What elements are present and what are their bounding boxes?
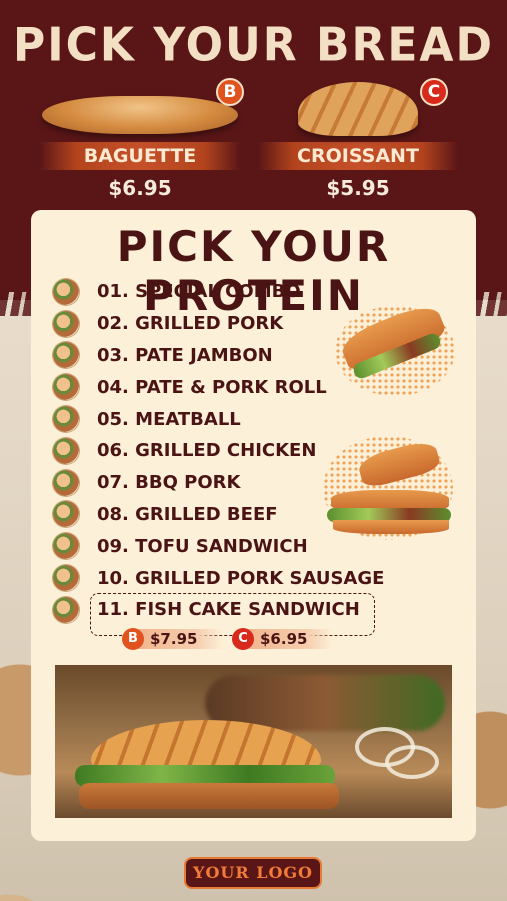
menu-item-label: 05. MEATBALL — [97, 408, 241, 430]
croissant-mini-badge: C — [232, 628, 254, 650]
menu-item-label: 09. TOFU SANDWICH — [97, 535, 308, 557]
brand-logo[interactable]: YOUR LOGO — [184, 857, 322, 889]
baguette-name: BAGUETTE — [40, 142, 240, 170]
baguette-mini-badge: B — [122, 628, 144, 650]
food-thumbnail-icon — [53, 374, 79, 401]
special-price-baguette-value: $7.95 — [138, 629, 224, 649]
croissant-price: $5.95 — [326, 176, 390, 200]
menu-item-label: 06. GRILLED CHICKEN — [97, 440, 317, 462]
sandwich-image-middle — [323, 436, 453, 540]
special-price-croissant: C $6.95 — [232, 627, 334, 651]
bread-section-title: PICK YOUR BREAD — [13, 18, 494, 73]
menu-item-special-combo[interactable]: 01. SPECIAL COMBO — [53, 276, 413, 308]
food-thumbnail-icon — [53, 501, 79, 528]
menu-item-label: 07. BBQ PORK — [97, 472, 241, 494]
croissant-letter-badge: C — [420, 78, 448, 106]
food-thumbnail-icon — [53, 278, 79, 305]
food-thumbnail-icon — [53, 437, 79, 464]
croissant-sandwich-photo — [55, 665, 452, 818]
special-price-baguette: B $7.95 — [122, 627, 224, 651]
baguette-image: B — [40, 78, 244, 138]
menu-item-label: 02. GRILLED PORK — [97, 313, 284, 335]
baguette-letter-badge: B — [216, 78, 244, 106]
croissant-name: CROISSANT — [258, 142, 458, 170]
croissant-image: C — [258, 78, 458, 138]
croissant-illustration — [298, 82, 418, 136]
photo-onion-ring — [385, 745, 439, 779]
menu-item-meatball[interactable]: 05. MEATBALL — [53, 403, 413, 435]
menu-item-label: 03. PATE JAMBON — [97, 344, 273, 366]
baguette-illustration — [42, 96, 238, 134]
protein-panel: PICK YOUR PROTEIN 01. SPECIAL COMBO 02. … — [31, 210, 476, 841]
sandwich-image-top — [335, 299, 455, 396]
menu-item-label: 01. SPECIAL COMBO — [97, 281, 301, 303]
baguette-price: $6.95 — [108, 176, 172, 200]
menu-item-label: 04. PATE & PORK ROLL — [97, 376, 327, 398]
menu-item-label: 08. GRILLED BEEF — [97, 503, 278, 525]
food-thumbnail-icon — [53, 596, 79, 623]
sandwich-bottom-bread-shape — [333, 520, 449, 534]
special-price-croissant-value: $6.95 — [248, 629, 334, 649]
food-thumbnail-icon — [53, 533, 79, 560]
food-thumbnail-icon — [53, 565, 79, 592]
food-thumbnail-icon — [53, 342, 79, 369]
food-thumbnail-icon — [53, 310, 79, 337]
bread-option-baguette[interactable]: B BAGUETTE $6.95 — [40, 78, 244, 200]
food-thumbnail-icon — [53, 406, 79, 433]
bread-option-croissant[interactable]: C CROISSANT $5.95 — [258, 78, 458, 200]
photo-croissant-bottom — [79, 783, 339, 809]
menu-item-grilled-pork-sausage[interactable]: 10. GRILLED PORK SAUSAGE — [53, 562, 413, 594]
food-thumbnail-icon — [53, 469, 79, 496]
menu-item-label: 10. GRILLED PORK SAUSAGE — [97, 567, 385, 589]
